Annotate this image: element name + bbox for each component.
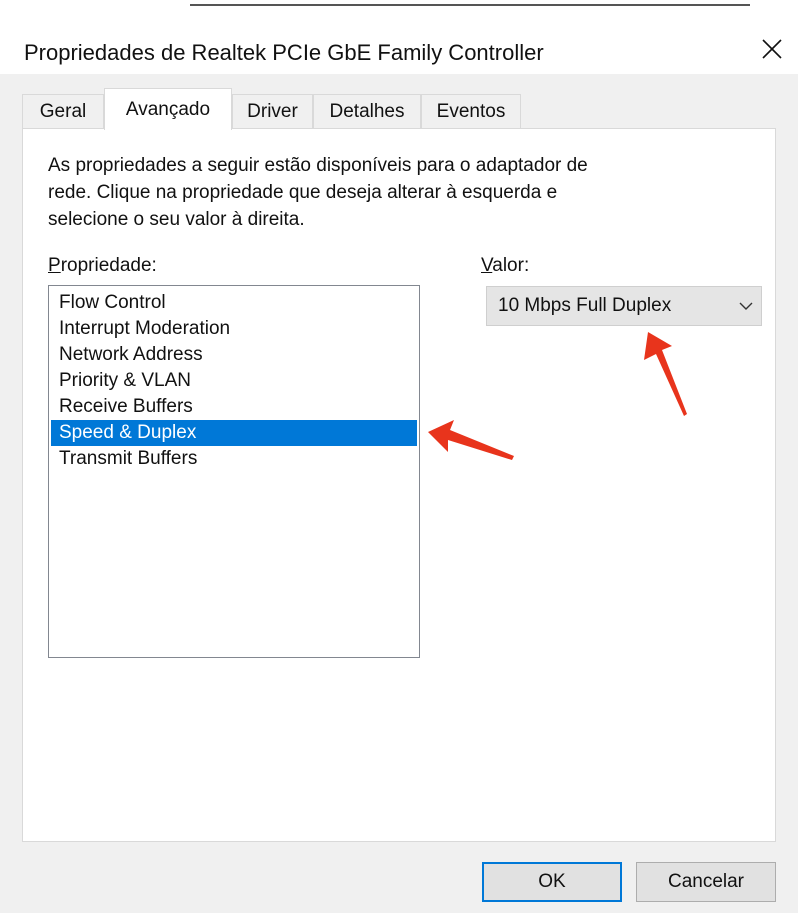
tab-detalhes[interactable]: Detalhes (313, 94, 421, 128)
tab-geral[interactable]: Geral (22, 94, 104, 128)
tab-label: Driver (247, 100, 298, 122)
tab-label: Geral (39, 100, 87, 122)
value-label: Valor: (481, 255, 529, 277)
description-line: As propriedades a seguir estão disponíve… (48, 155, 588, 176)
description-line: rede. Clique na propriedade que deseja a… (48, 182, 558, 203)
window-title: Propriedades de Realtek PCIe GbE Family … (24, 40, 544, 65)
chevron-down-icon (731, 301, 761, 311)
cancel-button[interactable]: Cancelar (636, 862, 776, 902)
dropdown-value: 10 Mbps Full Duplex (498, 295, 672, 316)
list-item[interactable]: Flow Control (51, 290, 417, 316)
access-key: P (48, 255, 61, 276)
tab-eventos[interactable]: Eventos (421, 94, 521, 128)
value-dropdown[interactable]: 10 Mbps Full Duplex (486, 286, 762, 326)
description-line: selecione o seu valor à direita. (48, 209, 305, 230)
property-label: Propriedade: (48, 255, 157, 277)
label-text: alor: (492, 255, 530, 276)
ok-button[interactable]: OK (482, 862, 622, 902)
tab-label: Eventos (436, 100, 506, 122)
close-icon (762, 39, 782, 59)
top-edge (0, 0, 798, 10)
access-key: V (481, 255, 493, 276)
tab-label: Detalhes (329, 100, 405, 122)
top-edge-shadow (190, 4, 750, 6)
list-item[interactable]: Priority & VLAN (51, 368, 417, 394)
tab-driver[interactable]: Driver (232, 94, 313, 128)
property-listbox[interactable]: Flow Control Interrupt Moderation Networ… (48, 285, 420, 658)
tab-avancado[interactable]: Avançado (104, 88, 232, 130)
list-item-selected[interactable]: Speed & Duplex (51, 420, 417, 446)
list-item[interactable]: Interrupt Moderation (51, 316, 417, 342)
list-item[interactable]: Transmit Buffers (51, 446, 417, 472)
list-item[interactable]: Network Address (51, 342, 417, 368)
list-item[interactable]: Receive Buffers (51, 394, 417, 420)
description-text: As propriedades a seguir estão disponíve… (48, 152, 688, 233)
close-button[interactable] (754, 24, 790, 74)
tab-label: Avançado (125, 98, 211, 120)
label-text: ropriedade: (60, 255, 157, 276)
title-bar: Propriedades de Realtek PCIe GbE Family … (0, 10, 798, 74)
